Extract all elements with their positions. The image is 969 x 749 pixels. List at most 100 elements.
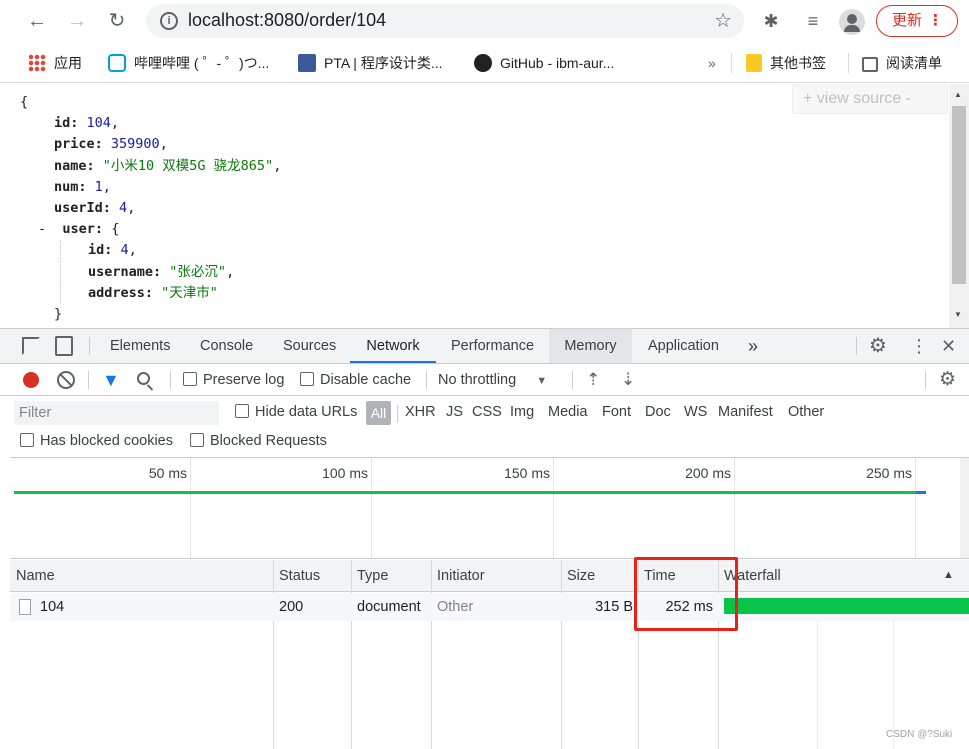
filter-input[interactable]: Filter (14, 401, 219, 425)
extensions-puzzle-icon[interactable]: ✱ (758, 8, 784, 34)
cell-type: document (357, 599, 421, 615)
filter-type-img[interactable]: Img (510, 404, 534, 420)
column-status[interactable]: Status (273, 560, 320, 592)
bookmark-pta[interactable]: PTA | 程序设计类... (298, 52, 443, 74)
tick-label: 100 ms (322, 465, 368, 481)
divider (397, 405, 398, 423)
bookmark-label: GitHub - ibm-aur... (500, 55, 615, 71)
overview-scrollbar[interactable] (960, 458, 969, 558)
column-initiator[interactable]: Initiator (431, 560, 485, 592)
request-table: Name Status Type Initiator Size Time Wat… (10, 560, 969, 749)
grid-line (915, 458, 916, 558)
content-scrollbar[interactable]: ▲ ▼ (949, 84, 969, 328)
filter-bar: Filter Hide data URLs All XHR JS CSS Img… (0, 397, 969, 457)
bookmark-label: 阅读清单 (886, 55, 942, 71)
tab-network[interactable]: Network (350, 329, 436, 363)
blocked-requests-checkbox[interactable]: Blocked Requests (190, 433, 327, 449)
settings-gear-icon[interactable]: ⚙ (869, 329, 887, 363)
filter-type-manifest[interactable]: Manifest (718, 404, 773, 420)
collapse-toggle-icon[interactable]: - (38, 221, 46, 237)
media-queue-icon[interactable]: ≡ (800, 8, 826, 34)
filter-funnel-icon[interactable]: ▼ (102, 369, 120, 391)
network-settings-gear-icon[interactable]: ⚙ (939, 369, 956, 391)
tab-elements[interactable]: Elements (110, 329, 170, 363)
folder-icon (746, 54, 762, 72)
bookmark-label: PTA | 程序设计类... (324, 55, 443, 71)
tab-memory[interactable]: Memory (549, 329, 632, 363)
filter-type-css[interactable]: CSS (472, 404, 502, 420)
address-url[interactable]: localhost:8080/order/104 (188, 10, 386, 31)
has-blocked-cookies-checkbox[interactable]: Has blocked cookies (20, 433, 173, 449)
column-type[interactable]: Type (351, 560, 388, 592)
filter-type-js[interactable]: JS (446, 404, 463, 420)
preserve-log-checkbox[interactable]: Preserve log (183, 369, 284, 391)
filter-type-doc[interactable]: Doc (645, 404, 671, 420)
scrollbar-thumb[interactable] (952, 106, 966, 284)
filter-type-xhr[interactable]: XHR (405, 404, 436, 420)
back-arrow-icon[interactable]: ← (24, 8, 50, 34)
throttling-select[interactable]: No throttling ▼ (438, 369, 547, 391)
tab-performance[interactable]: Performance (451, 329, 534, 363)
view-source-button[interactable]: + view source - (792, 84, 948, 114)
dropdown-arrow-icon: ▼ (536, 375, 548, 387)
tab-application[interactable]: Application (648, 329, 719, 363)
sort-ascending-icon[interactable]: ▲ (943, 569, 954, 581)
scroll-down-icon[interactable]: ▼ (954, 310, 962, 319)
import-har-icon[interactable]: ⇡ (586, 369, 600, 391)
network-overview[interactable]: 50 ms 100 ms 150 ms 200 ms 250 ms (10, 457, 969, 559)
bookmark-other[interactable]: 其他书签 (746, 52, 826, 74)
divider (856, 337, 857, 355)
address-bar[interactable]: i localhost:8080/order/104 ☆ (146, 4, 744, 38)
profile-avatar[interactable] (839, 9, 865, 35)
disable-cache-checkbox[interactable]: Disable cache (300, 369, 411, 391)
filter-type-other[interactable]: Other (788, 404, 824, 420)
kebab-menu-icon[interactable]: ⋮ (910, 329, 928, 363)
filter-type-font[interactable]: Font (602, 404, 631, 420)
bookmark-star-icon[interactable]: ☆ (714, 8, 732, 33)
forward-arrow-icon[interactable]: → (64, 8, 90, 34)
export-har-icon[interactable]: ⇣ (621, 369, 635, 391)
github-icon (474, 54, 492, 72)
record-icon[interactable] (23, 372, 39, 388)
bookmarks-overflow-icon[interactable]: » (708, 52, 716, 74)
bookmark-label: 其他书签 (770, 55, 826, 71)
filter-type-all[interactable]: All (366, 401, 391, 425)
filter-type-ws[interactable]: WS (684, 404, 707, 420)
overview-request-bar (14, 491, 926, 494)
bookmark-github[interactable]: GitHub - ibm-aur... (474, 52, 614, 74)
close-icon[interactable]: ✕ (941, 329, 956, 363)
bookmark-label: 哔哩哔哩 ( ゜- ゜)つ... (134, 55, 270, 71)
tab-console[interactable]: Console (200, 329, 253, 363)
tab-sources[interactable]: Sources (283, 329, 336, 363)
json-viewer: { id: 104, price: 359900, name: "小米10 双模… (0, 84, 969, 328)
divider (88, 371, 89, 389)
more-tabs-icon[interactable]: » (748, 329, 758, 363)
grid-line (190, 458, 191, 558)
site-info-icon[interactable]: i (160, 12, 178, 30)
network-toolbar: ▼ Preserve log Disable cache No throttli… (0, 364, 969, 396)
bookmark-apps[interactable]: 应用 (28, 52, 82, 74)
inspect-element-icon[interactable] (22, 337, 40, 355)
pta-icon (298, 54, 316, 72)
cell-name[interactable]: 104 (40, 593, 64, 621)
checkbox-icon (300, 372, 314, 386)
bookmark-reading-list[interactable]: 阅读清单 (862, 52, 942, 74)
filter-type-media[interactable]: Media (548, 404, 588, 420)
cell-size: 315 B (595, 599, 633, 615)
column-size[interactable]: Size (561, 560, 595, 592)
update-button[interactable]: 更新 ⋮ (876, 5, 958, 37)
hide-data-urls-checkbox[interactable]: Hide data URLs (235, 404, 357, 420)
bookmark-bilibili[interactable]: 哔哩哔哩 ( ゜- ゜)つ... (108, 52, 269, 74)
device-toolbar-icon[interactable] (55, 336, 73, 356)
overview-load-marker (916, 491, 926, 494)
scroll-up-icon[interactable]: ▲ (954, 90, 962, 99)
table-row[interactable]: 104 200 document Other 315 B 252 ms (10, 593, 969, 621)
preserve-log-label: Preserve log (203, 372, 285, 388)
waterfall-bar (724, 598, 969, 614)
grid-line (553, 458, 554, 558)
column-name[interactable]: Name (10, 560, 55, 592)
search-icon[interactable] (137, 372, 154, 391)
bilibili-icon (108, 54, 126, 72)
clear-icon[interactable] (57, 371, 75, 389)
reload-icon[interactable]: ↻ (104, 8, 130, 34)
